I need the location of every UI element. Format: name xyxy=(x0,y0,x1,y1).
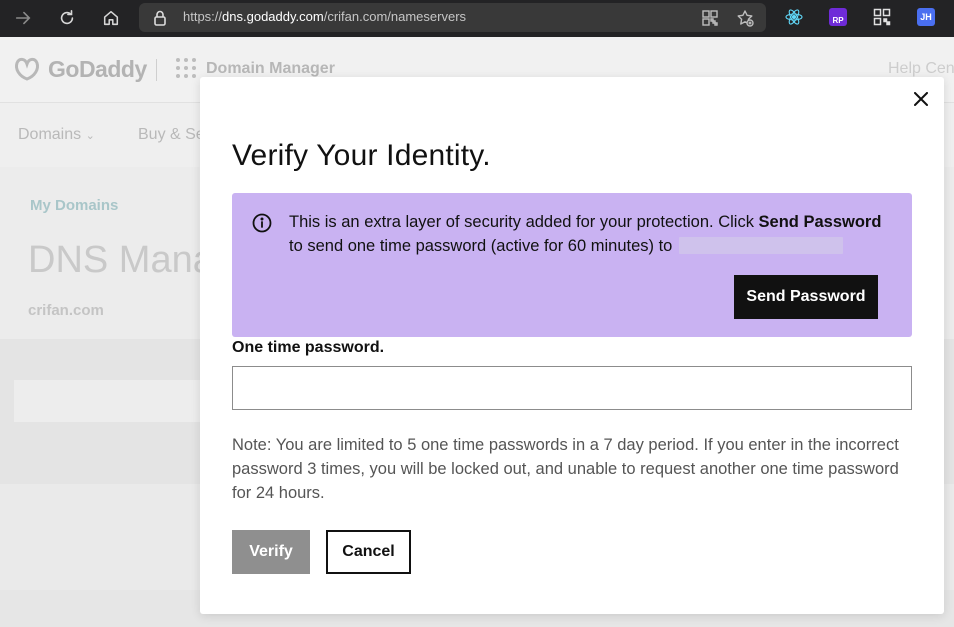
dialog-title: Verify Your Identity. xyxy=(232,139,491,172)
otp-input[interactable] xyxy=(232,366,912,410)
godaddy-logo-icon xyxy=(15,57,39,81)
home-icon[interactable] xyxy=(98,6,124,30)
react-devtools-icon[interactable] xyxy=(785,8,803,26)
otp-label: One time password. xyxy=(232,339,385,356)
cancel-button[interactable]: Cancel xyxy=(326,530,411,574)
profile-icon[interactable]: JH xyxy=(917,8,935,26)
page-title: DNS Mana xyxy=(28,239,214,281)
address-bar[interactable]: https://dns.godaddy.com/crifan.com/names… xyxy=(139,3,766,32)
help-center-link: Help Cen xyxy=(888,60,954,77)
app-name: Domain Manager xyxy=(206,60,335,77)
info-alert: This is an extra layer of security added… xyxy=(232,193,912,337)
reload-icon[interactable] xyxy=(54,6,80,30)
alert-message: This is an extra layer of security added… xyxy=(289,213,882,255)
qr-extension-icon[interactable] xyxy=(873,8,891,26)
favorite-icon[interactable] xyxy=(736,9,754,27)
qr-code-icon[interactable] xyxy=(701,9,719,27)
close-icon xyxy=(914,92,928,106)
info-icon xyxy=(252,213,272,233)
verify-button[interactable]: Verify xyxy=(232,530,310,574)
logo-text: GoDaddy xyxy=(48,55,147,82)
nav-buy-sell: Buy & Se xyxy=(138,126,205,143)
header-divider xyxy=(156,59,157,81)
close-button[interactable] xyxy=(911,89,931,109)
attempts-note: Note: You are limited to 5 one time pass… xyxy=(232,436,899,502)
godaddy-logo: GoDaddy xyxy=(12,55,147,83)
send-password-button[interactable]: Send Password xyxy=(734,275,878,319)
url-text: https://dns.godaddy.com/crifan.com/names… xyxy=(183,9,467,24)
chevron-down-icon: ⌄ xyxy=(85,130,95,142)
forward-icon[interactable] xyxy=(10,6,36,30)
breadcrumb: My Domains xyxy=(30,197,119,214)
lock-icon xyxy=(151,9,169,27)
content-card xyxy=(14,380,214,422)
nav-domains: Domains ⌄ xyxy=(18,126,95,143)
browser-toolbar: https://dns.godaddy.com/crifan.com/names… xyxy=(0,0,954,37)
verify-identity-dialog: Verify Your Identity. This is an extra l… xyxy=(200,77,944,614)
apps-grid-icon xyxy=(175,57,197,79)
extension-rp-icon[interactable]: RP xyxy=(829,8,847,26)
redacted-contact xyxy=(678,237,843,254)
domain-name: crifan.com xyxy=(28,302,104,319)
